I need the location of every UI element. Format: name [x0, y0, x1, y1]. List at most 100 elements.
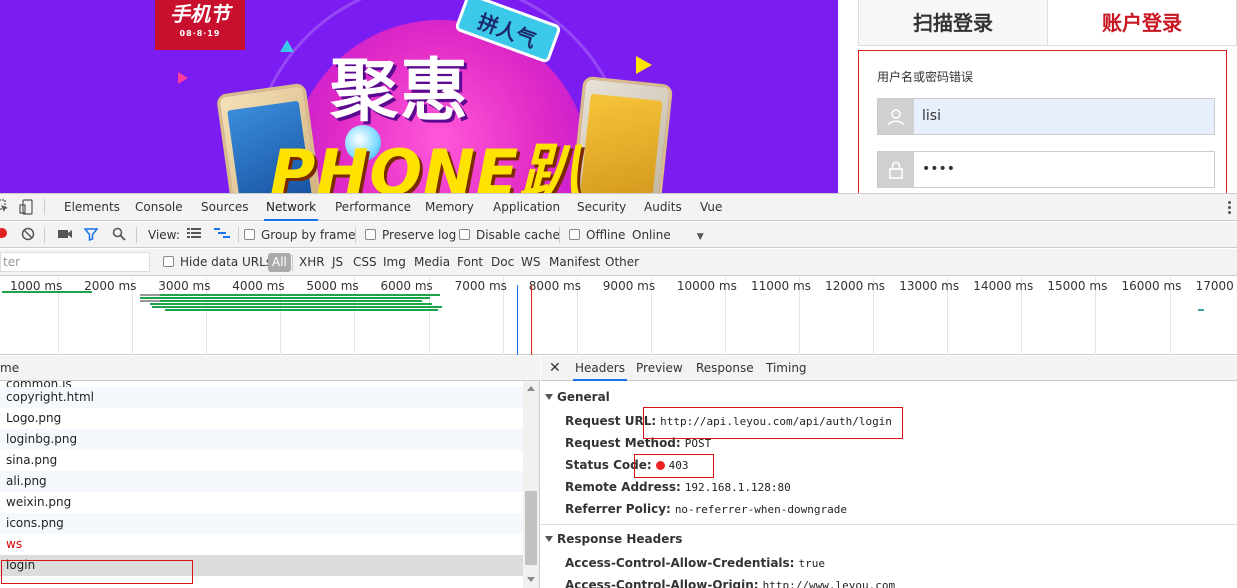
triangle-down-icon [545, 394, 553, 400]
preserve-log-checkbox[interactable]: Preserve log [365, 222, 456, 248]
filter-type-css[interactable]: CSS [353, 249, 377, 276]
tab-account-login[interactable]: 账户登录 [1047, 0, 1236, 45]
search-icon[interactable] [111, 227, 127, 243]
timeline-tick-label: 5000 ms [306, 279, 359, 293]
scrollbar-thumb[interactable] [525, 491, 537, 565]
tab-network[interactable]: Network [264, 194, 319, 221]
record-icon[interactable] [0, 227, 10, 243]
filter-type-media[interactable]: Media [414, 249, 450, 276]
tab-response[interactable]: Response [696, 356, 754, 381]
timeline-request-bar [140, 294, 160, 296]
view-label: View: [148, 228, 180, 242]
tab-elements[interactable]: Elements [62, 194, 122, 221]
header-key: Access-Control-Allow-Origin: [565, 578, 759, 588]
request-row-login[interactable]: login [0, 555, 523, 576]
remote-address-row: Remote Address: 192.168.1.128:80 [565, 480, 791, 494]
more-options-icon[interactable] [1228, 201, 1232, 215]
tab-timing[interactable]: Timing [766, 356, 807, 381]
group-by-frame-label: Group by frame [261, 228, 356, 242]
username-field[interactable]: lisi [877, 98, 1215, 135]
filter-type-xhr[interactable]: XHR [299, 249, 325, 276]
general-section-toggle[interactable]: General [545, 390, 610, 404]
request-list-header: me [0, 356, 540, 381]
large-rows-icon[interactable] [186, 227, 202, 243]
password-field[interactable]: •••• [877, 151, 1215, 188]
disable-cache-checkbox[interactable]: Disable cache [459, 222, 560, 248]
header-row-acao: Access-Control-Allow-Origin: http://www.l… [565, 578, 895, 588]
request-row[interactable]: sina.png [0, 450, 523, 471]
filter-type-doc[interactable]: Doc [491, 249, 514, 276]
close-icon[interactable]: ✕ [549, 356, 561, 381]
tab-headers[interactable]: Headers [573, 356, 627, 381]
tab-scan-login[interactable]: 扫描登录 [859, 0, 1047, 45]
filter-input[interactable]: ter [0, 252, 150, 272]
filter-type-font[interactable]: Font [457, 249, 483, 276]
request-row[interactable]: loginbg.png [0, 429, 523, 450]
request-row[interactable]: Logo.png [0, 408, 523, 429]
inspect-element-icon[interactable] [0, 199, 10, 215]
tab-preview[interactable]: Preview [636, 356, 683, 381]
waterfall-view-icon[interactable] [214, 227, 230, 243]
devtools-panel: Elements Console Sources Network Perform… [0, 193, 1237, 588]
devtools-tab-bar: Elements Console Sources Network Perform… [0, 194, 1237, 221]
scroll-down-icon[interactable] [527, 577, 535, 582]
header-value: true [798, 557, 825, 570]
status-code-row: Status Code: 403 [565, 458, 689, 472]
filter-type-manifest[interactable]: Manifest [549, 249, 600, 276]
timeline-request-bar [152, 306, 442, 308]
tab-performance[interactable]: Performance [333, 194, 413, 221]
decor-triangle [178, 72, 188, 84]
details-tab-bar: ✕ Headers Preview Response Timing [541, 356, 1237, 381]
request-list-scrollbar[interactable] [523, 381, 539, 588]
request-row[interactable]: ali.png [0, 471, 523, 492]
timeline-tick-label: 15000 ms [1047, 279, 1108, 293]
scroll-up-icon[interactable] [527, 386, 535, 391]
logo-date: 08·8·19 [179, 29, 221, 38]
screenshot-camera-icon[interactable] [57, 227, 73, 243]
tab-memory[interactable]: Memory [423, 194, 476, 221]
triangle-down-icon [545, 536, 553, 542]
tab-console[interactable]: Console [133, 194, 185, 221]
header-value: http://www.leyou.com [762, 579, 896, 588]
tab-vue[interactable]: Vue [698, 194, 724, 221]
request-row-ws[interactable]: ws [0, 534, 523, 555]
filter-type-other[interactable]: Other [605, 249, 639, 276]
device-toolbar-icon[interactable] [18, 199, 34, 215]
remote-address-key: Remote Address: [565, 480, 681, 494]
request-method-row: Request Method: POST [565, 436, 711, 450]
request-method-key: Request Method: [565, 436, 681, 450]
request-row[interactable]: weixin.png [0, 492, 523, 513]
chevron-down-icon: ▼ [696, 232, 704, 242]
request-row[interactable]: icons.png [0, 513, 523, 534]
lock-icon [878, 152, 914, 187]
logo-text: 手机节 [170, 2, 230, 26]
request-url-value: http://api.leyou.com/api/auth/login [660, 415, 892, 428]
network-timeline-overview[interactable]: 1000 ms 2000 ms 3000 ms 4000 ms 5000 ms 6000 … [0, 277, 1237, 355]
timeline-marker [517, 285, 518, 355]
tab-sources[interactable]: Sources [199, 194, 250, 221]
tab-security[interactable]: Security [575, 194, 628, 221]
timeline-request-bar [1198, 309, 1204, 311]
request-row[interactable]: copyright.html [0, 387, 523, 408]
timeline-tick-label: 3000 ms [158, 279, 211, 293]
filter-icon[interactable] [83, 227, 99, 243]
filter-type-js[interactable]: JS [332, 249, 343, 276]
timeline-tick-label: 17000 ms [1195, 279, 1237, 293]
tab-application[interactable]: Application [491, 194, 562, 221]
response-headers-title: Response Headers [557, 532, 683, 546]
request-method-value: POST [684, 437, 712, 450]
filter-type-all[interactable]: All [268, 253, 291, 272]
response-headers-section-toggle[interactable]: Response Headers [545, 532, 682, 546]
disable-cache-label: Disable cache [476, 228, 560, 242]
filter-type-ws[interactable]: WS [521, 249, 540, 276]
offline-checkbox[interactable]: Offline [569, 222, 625, 248]
group-by-frame-checkbox[interactable]: Group by frame [244, 222, 355, 248]
clear-icon[interactable] [20, 227, 36, 243]
tab-audits[interactable]: Audits [642, 194, 684, 221]
hide-data-urls-checkbox[interactable]: Hide data URLs [163, 249, 272, 276]
festival-logo: 手机节 08·8·19 [155, 0, 245, 50]
throttling-select[interactable]: Online ▼ [632, 222, 704, 248]
name-column-header[interactable]: me [0, 361, 19, 375]
filter-type-img[interactable]: Img [383, 249, 406, 276]
general-section-title: General [557, 390, 610, 404]
